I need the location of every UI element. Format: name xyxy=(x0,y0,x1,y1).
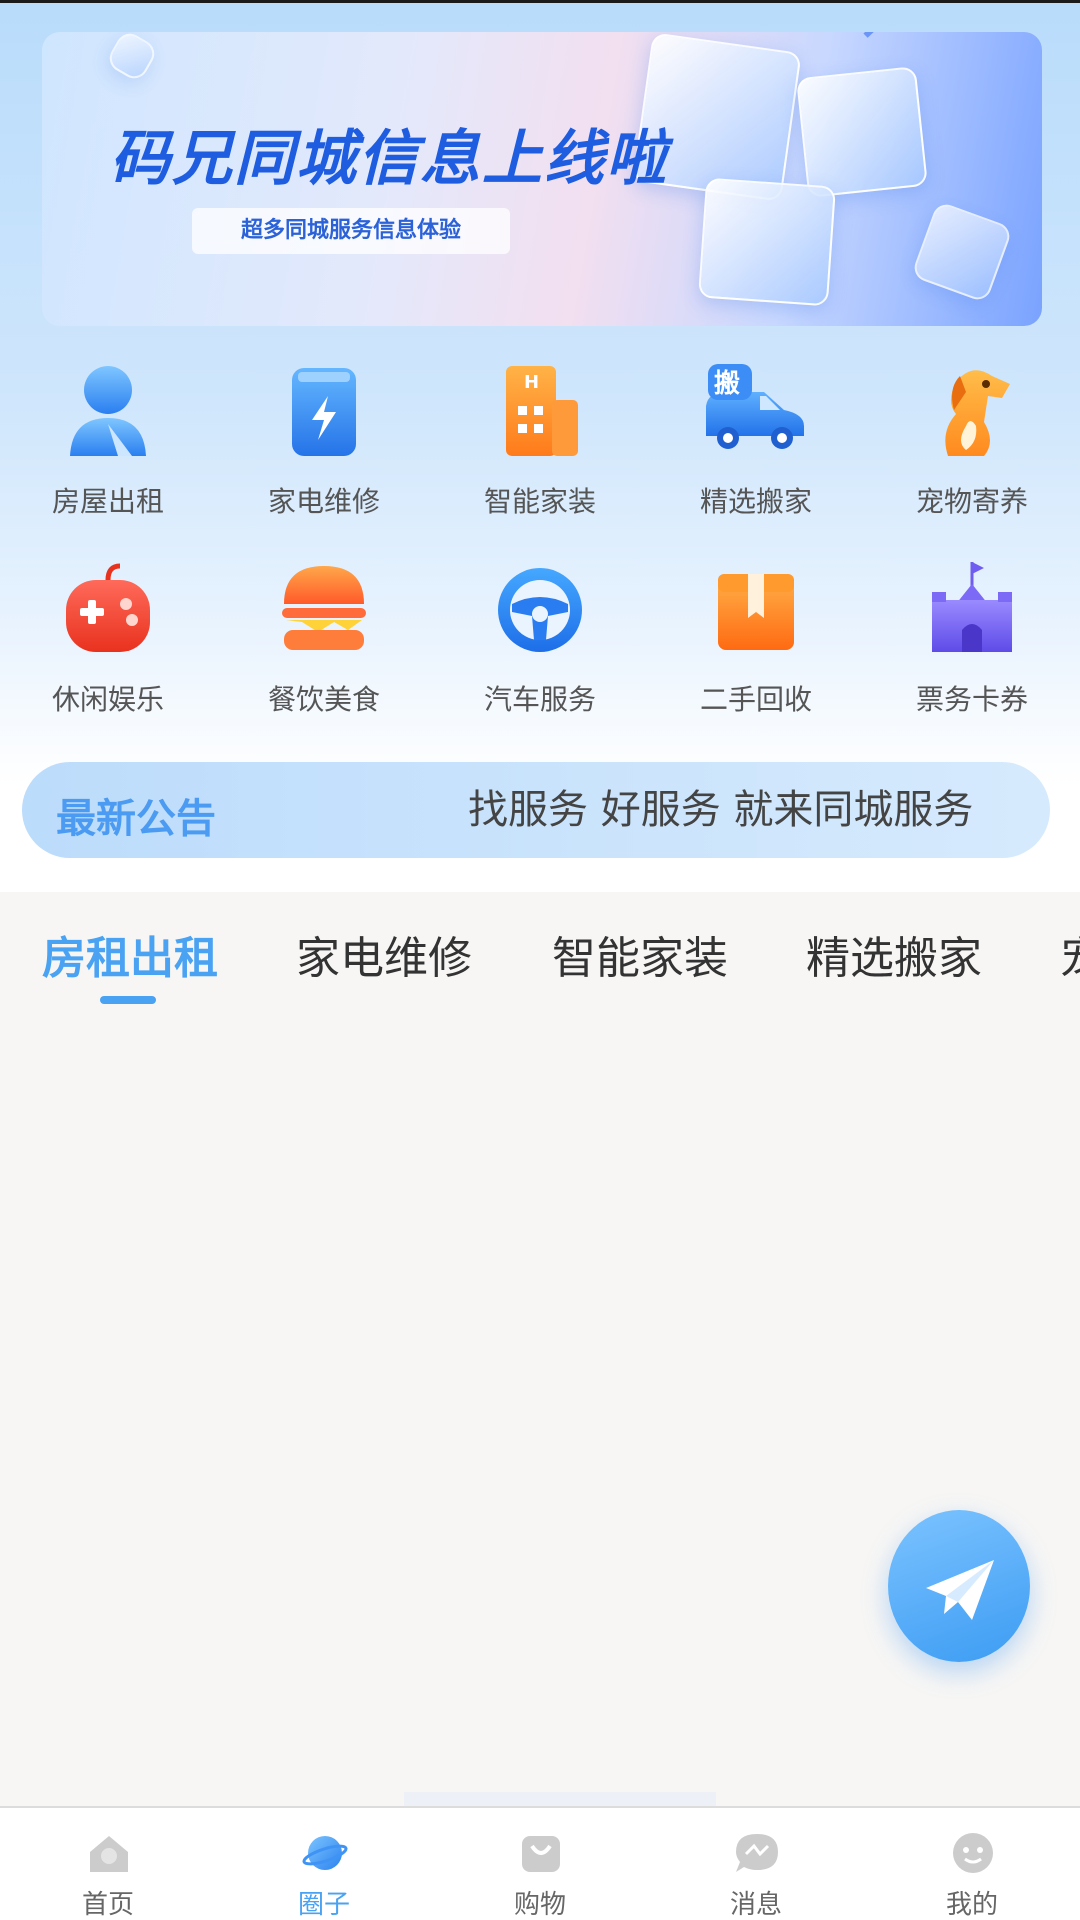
gamepad-icon xyxy=(66,563,150,652)
category-recycling[interactable]: 二手回收 xyxy=(648,560,864,740)
person-icon xyxy=(70,366,146,456)
nav-home[interactable]: 首页 xyxy=(0,1808,216,1920)
nav-label: 我的 xyxy=(945,1890,998,1920)
banner-subtitle: 超多同城服务信息体验 xyxy=(192,208,510,254)
nav-shopping[interactable]: 购物 xyxy=(432,1808,648,1920)
nav-profile[interactable]: 我的 xyxy=(864,1808,1080,1920)
profile-face-icon xyxy=(953,1833,993,1873)
shopping-bag-icon xyxy=(522,1836,560,1872)
nav-messages[interactable]: 消息 xyxy=(648,1808,864,1920)
chat-icon xyxy=(736,1834,778,1872)
paper-plane-icon xyxy=(926,1560,994,1620)
tab-appliance-repair[interactable]: 家电维修 xyxy=(296,922,472,986)
category-label: 休闲娱乐 xyxy=(51,683,164,716)
category-food[interactable]: 餐饮美食 xyxy=(216,560,432,740)
banner-cube xyxy=(104,32,160,84)
category-entertainment[interactable]: 休闲娱乐 xyxy=(0,560,216,740)
announcement-text: 找服务 好服务 就来同城服务 xyxy=(468,787,974,833)
planet-icon xyxy=(302,1836,348,1870)
tab-house-rent[interactable]: 房租出租 xyxy=(42,922,218,986)
category-label: 票务卡券 xyxy=(915,683,1028,716)
category-label: 餐饮美食 xyxy=(267,683,380,716)
nav-circle[interactable]: 圈子 xyxy=(216,1808,432,1920)
category-car-service[interactable]: 汽车服务 xyxy=(432,560,648,740)
nav-label: 圈子 xyxy=(297,1890,350,1920)
banner-title: 码兄同城信息上线啦 xyxy=(110,124,668,194)
castle-icon xyxy=(932,562,1012,652)
dog-icon xyxy=(945,370,1010,456)
category-label: 智能家装 xyxy=(483,485,596,518)
banner-cube xyxy=(697,177,837,307)
nav-label: 购物 xyxy=(513,1890,566,1920)
burger-icon xyxy=(282,566,366,650)
category-label: 精选搬家 xyxy=(699,485,812,518)
steering-wheel-icon xyxy=(498,568,582,652)
bottom-nav: 首页 圈子 购物 消息 我的 xyxy=(0,1806,1080,1920)
building-icon: H xyxy=(506,366,578,456)
banner-cube xyxy=(796,66,928,198)
tab-smart-home[interactable]: 智能家装 xyxy=(552,922,728,986)
category-label: 汽车服务 xyxy=(483,683,596,716)
nav-label: 首页 xyxy=(81,1890,134,1920)
scroll-handle xyxy=(404,1792,716,1806)
category-pet-boarding[interactable]: 宠物寄养 xyxy=(864,362,1080,542)
category-tabs: 房租出租 家电维修 智能家装 精选搬家 宠物寄养 xyxy=(0,892,1080,1012)
announcement-marquee: 找服务 好服务 就来同城服务 xyxy=(468,782,974,838)
announcement-bar[interactable]: 最新公告 找服务 好服务 就来同城服务 xyxy=(22,762,1050,858)
promo-banner[interactable]: 码兄同城信息上线啦 超多同城服务信息体验 xyxy=(42,32,1042,326)
tab-pet-boarding[interactable]: 宠物寄养 xyxy=(1060,922,1080,986)
battery-icon xyxy=(292,368,356,456)
home-icon xyxy=(90,1836,128,1872)
tab-active-indicator xyxy=(100,996,156,1004)
nav-label: 消息 xyxy=(729,1890,782,1920)
moving-truck-icon: 搬 xyxy=(706,364,804,449)
publish-button[interactable] xyxy=(888,1510,1030,1662)
category-moving[interactable]: 搬 精选搬家 xyxy=(648,362,864,542)
moving-badge: 搬 xyxy=(714,368,740,399)
category-label: 房屋出租 xyxy=(51,485,164,518)
category-house-rent[interactable]: 房屋出租 xyxy=(0,362,216,542)
category-label: 宠物寄养 xyxy=(915,485,1028,518)
tab-moving[interactable]: 精选搬家 xyxy=(806,922,982,986)
announcement-title: 最新公告 xyxy=(56,796,216,842)
category-label: 二手回收 xyxy=(699,683,812,716)
category-smart-home[interactable]: H 智能家装 xyxy=(432,362,648,542)
svg-text:H: H xyxy=(524,372,539,393)
category-appliance-repair[interactable]: 家电维修 xyxy=(216,362,432,542)
box-icon xyxy=(718,574,794,650)
status-bar-edge xyxy=(0,0,1080,3)
category-label: 家电维修 xyxy=(267,485,380,518)
category-tickets[interactable]: 票务卡券 xyxy=(864,560,1080,740)
